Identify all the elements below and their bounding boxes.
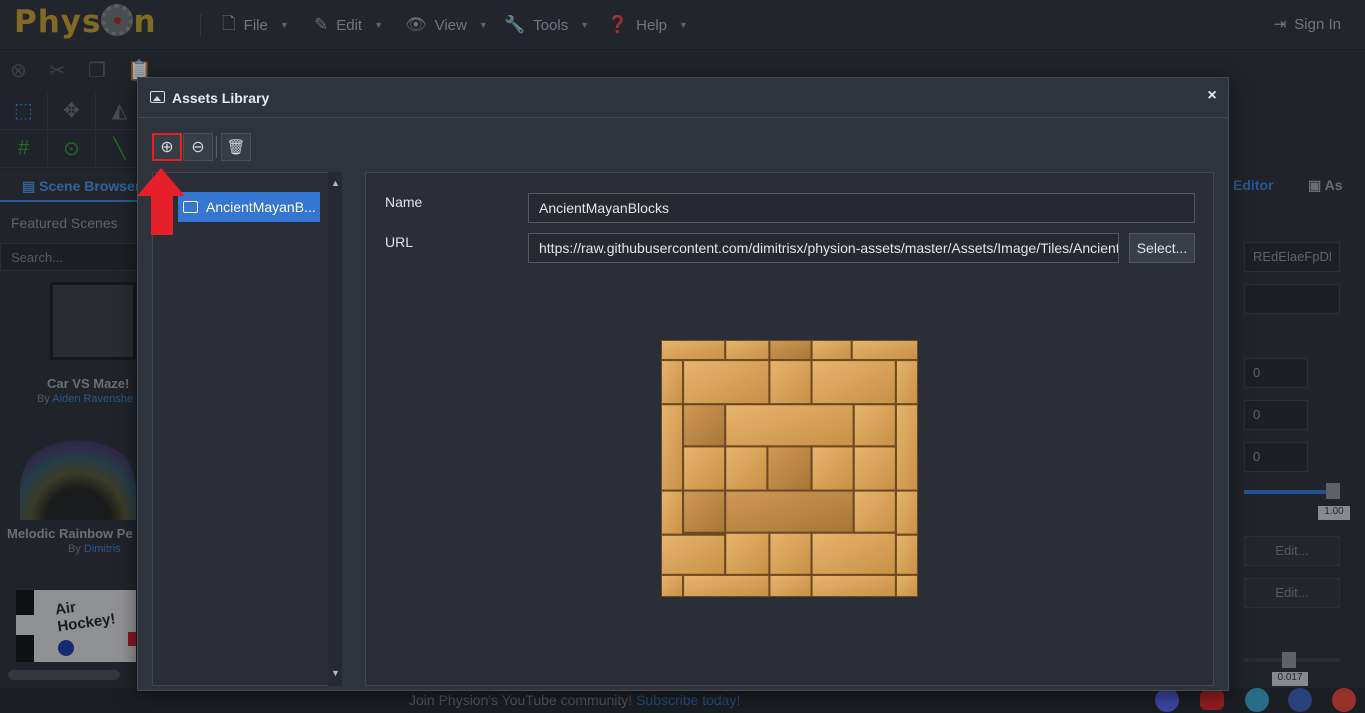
asset-preview-image	[661, 340, 918, 597]
image-icon	[183, 201, 198, 213]
delete-asset-button[interactable]: 🗑	[221, 133, 251, 161]
close-button[interactable]: ×	[1202, 87, 1222, 107]
asset-list-scrollbar[interactable]: ▲ ▼	[328, 172, 342, 686]
remove-asset-button[interactable]: ⊖	[183, 133, 213, 161]
arrow-up-annotation-icon	[137, 168, 185, 235]
dialog-title-bar	[138, 78, 1228, 118]
select-file-button[interactable]: Select...	[1129, 233, 1195, 263]
add-asset-button[interactable]: ⊕	[152, 133, 182, 161]
image-icon	[150, 91, 165, 103]
list-item[interactable]: AncientMayanB...	[178, 192, 320, 222]
minus-circle-icon: ⊖	[191, 139, 205, 156]
dialog-title: Assets Library	[172, 90, 270, 106]
scroll-down-icon[interactable]: ▼	[331, 668, 340, 678]
toolbar-divider	[216, 136, 217, 158]
name-label: Name	[385, 194, 423, 210]
url-field[interactable]: https://raw.githubusercontent.com/dimitr…	[528, 233, 1119, 263]
assets-library-dialog: Assets Library × ⊕ ⊖ 🗑 ▲ ▼ AncientMayanB…	[137, 77, 1229, 691]
url-label: URL	[385, 234, 414, 250]
plus-circle-icon: ⊕	[160, 139, 174, 156]
trash-icon: 🗑	[226, 139, 246, 156]
asset-list[interactable]	[152, 172, 342, 686]
scroll-up-icon[interactable]: ▲	[331, 178, 340, 188]
name-field[interactable]: AncientMayanBlocks	[528, 193, 1195, 223]
